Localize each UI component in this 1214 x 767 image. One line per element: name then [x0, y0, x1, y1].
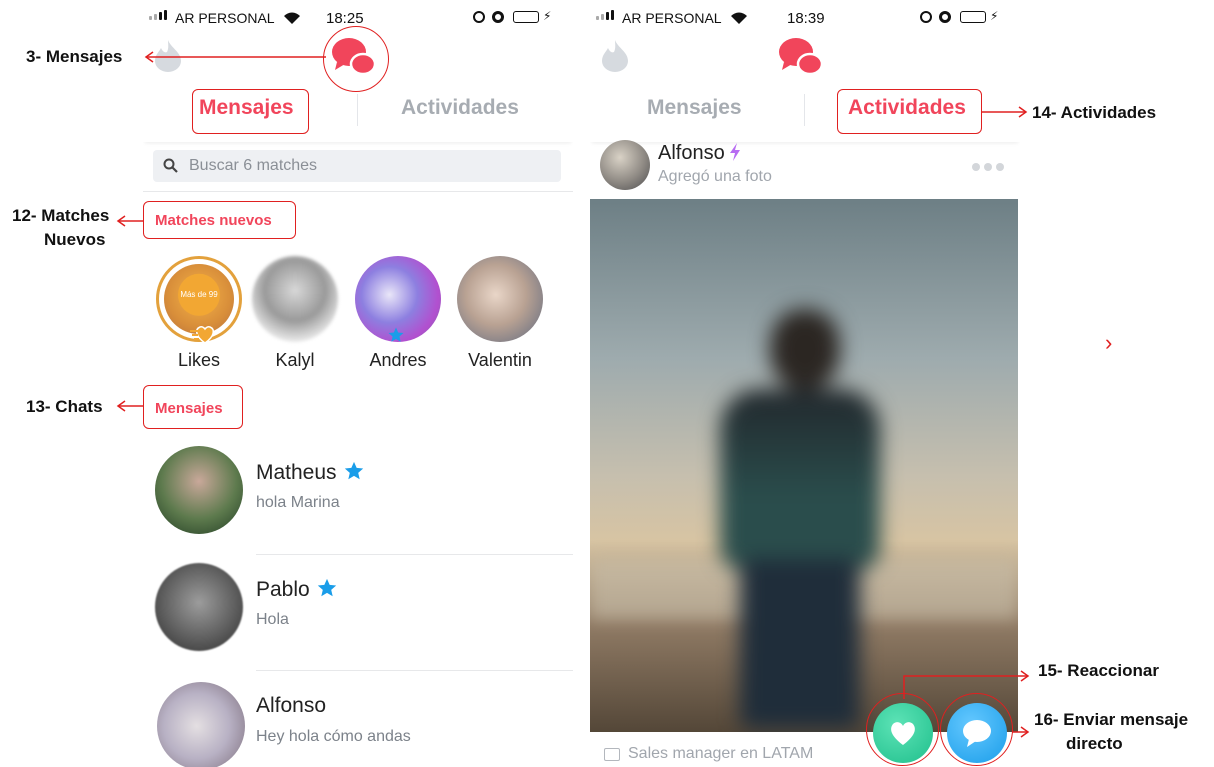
annotation-reaccionar: 15- Reaccionar [1038, 661, 1159, 680]
post-footer-job: Sales manager en LATAM [628, 745, 814, 762]
post-action: Agregó una foto [658, 168, 772, 185]
match-andres[interactable]: Andres [353, 256, 443, 371]
signal-icon [149, 10, 167, 20]
flame-icon[interactable] [600, 38, 630, 72]
alarm-icon [492, 11, 504, 23]
signal-icon [596, 10, 614, 20]
avatar [155, 446, 243, 534]
match-name: Likes [177, 350, 221, 370]
chat-name-row: Matheus [256, 460, 365, 485]
star-icon [344, 461, 363, 480]
divider [143, 191, 573, 192]
chat-row[interactable]: Matheus hola Marina [143, 446, 573, 563]
tab-divider [804, 94, 805, 126]
divider [256, 554, 573, 555]
briefcase-icon [604, 748, 620, 761]
battery-icon [513, 11, 539, 23]
star-icon [388, 327, 404, 342]
tab-mensajes[interactable]: Mensajes [647, 96, 742, 120]
more-icon[interactable] [971, 162, 1005, 172]
search-icon [163, 158, 178, 173]
chat-name-row: Pablo [256, 577, 338, 602]
chat-preview: Hey hola cómo andas [256, 728, 411, 745]
avatar [157, 682, 245, 767]
search-placeholder: Buscar 6 matches [189, 157, 318, 174]
avatar [155, 563, 243, 651]
search-input[interactable]: Buscar 6 matches [153, 150, 561, 182]
rotation-lock-icon [473, 11, 485, 23]
match-name: Andres [369, 350, 427, 370]
status-bar: AR PERSONAL 18:39 ⚡ [590, 0, 1020, 36]
bolt-icon [729, 143, 740, 161]
status-time: 18:39 [787, 10, 825, 27]
annotation-matches-1: 12- Matches [12, 206, 110, 225]
rotation-lock-icon [920, 11, 932, 23]
battery-icon [960, 11, 986, 23]
annotation-enviar-2: directo [1066, 734, 1123, 753]
heart-icon [190, 326, 215, 344]
match-name: Kalyl [275, 350, 315, 370]
match-avatar [457, 256, 543, 342]
tab-divider [357, 94, 358, 126]
wifi-icon [284, 12, 300, 24]
match-likes[interactable]: Más de 99 Likes [154, 256, 244, 371]
chevron-right-icon[interactable]: › [1105, 330, 1112, 356]
chat-name: Pablo [256, 578, 310, 601]
match-kalyl[interactable]: Kalyl [250, 256, 340, 371]
annotation-chats: 13- Chats [26, 397, 103, 416]
annotation-circle-messages [323, 26, 389, 92]
annotation-circle-message [940, 693, 1013, 766]
post-author[interactable]: Alfonso [658, 142, 725, 164]
chat-logo-icon[interactable] [778, 36, 824, 76]
match-avatar [252, 256, 338, 342]
likes-avatar: Más de 99 [156, 256, 242, 344]
annotation-box-mensajes [192, 89, 309, 134]
post-photo[interactable] [590, 199, 1018, 732]
alarm-icon [939, 11, 951, 23]
avatar[interactable] [600, 140, 650, 190]
annotation-matches-2: Nuevos [44, 230, 106, 249]
annotation-actividades: 14- Actividades [1032, 103, 1157, 122]
chat-name: Matheus [256, 461, 337, 484]
match-valentin[interactable]: Valentin [455, 256, 545, 371]
match-avatar [355, 256, 441, 342]
carrier-label: AR PERSONAL [622, 10, 722, 26]
wifi-icon [731, 12, 747, 24]
annotation-box-chats [143, 385, 243, 429]
carrier-label: AR PERSONAL [175, 10, 275, 26]
chat-row[interactable]: Pablo Hola [143, 563, 573, 680]
charging-icon: ⚡ [990, 9, 999, 23]
annotation-mensajes: 3- Mensajes [26, 47, 123, 66]
annotation-circle-react [866, 693, 939, 766]
annotation-box-matches [143, 201, 296, 239]
annotation-enviar-1: 16- Enviar mensaje [1034, 710, 1189, 729]
chat-row[interactable]: Alfonso Hey hola cómo andas [143, 680, 573, 767]
star-icon [317, 578, 336, 597]
chat-preview: Hola [256, 611, 289, 628]
match-name: Valentin [468, 350, 532, 370]
post-author-row: Alfonso [658, 142, 741, 165]
chat-preview: hola Marina [256, 494, 340, 511]
status-time: 18:25 [326, 10, 364, 27]
annotation-box-actividades [837, 89, 982, 134]
divider [256, 670, 573, 671]
chat-name: Alfonso [256, 694, 327, 717]
flame-icon[interactable] [153, 38, 183, 72]
charging-icon: ⚡ [543, 9, 552, 23]
likes-count-badge: Más de 99 [178, 273, 220, 316]
tab-actividades[interactable]: Actividades [401, 96, 519, 120]
